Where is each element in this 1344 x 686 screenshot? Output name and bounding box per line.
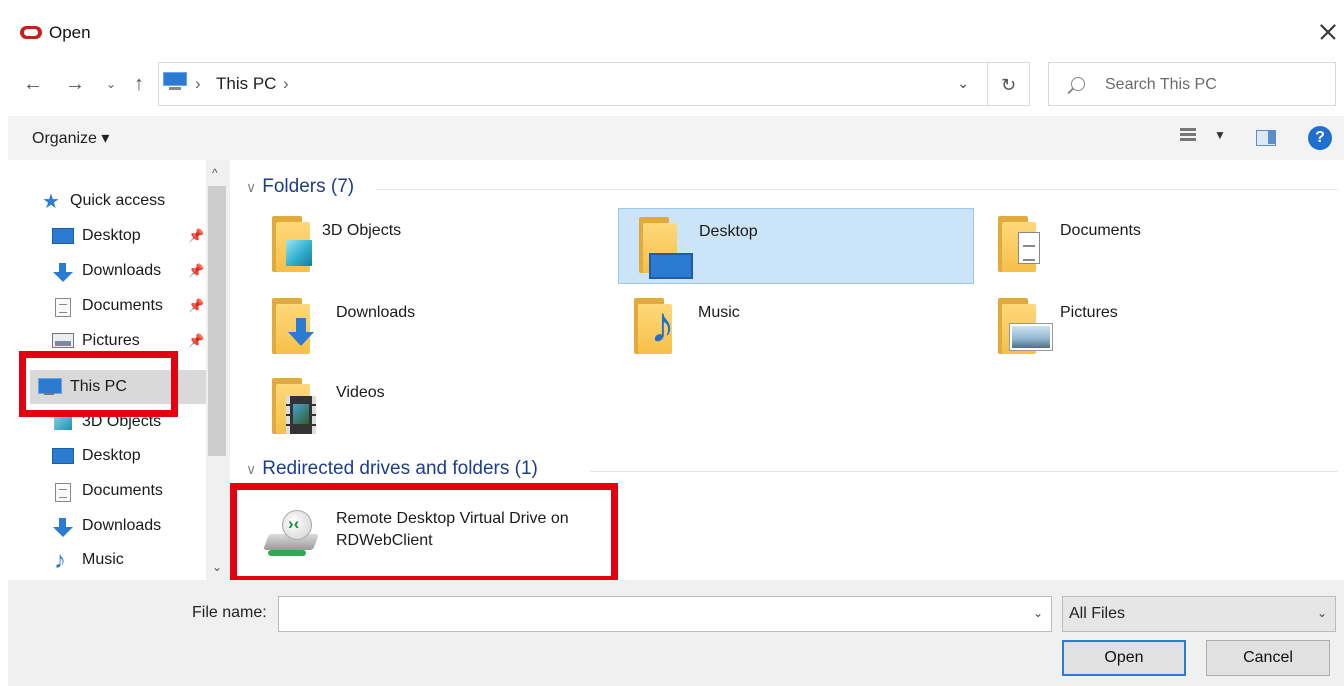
- sidebar-item-label: Pictures: [82, 332, 140, 349]
- folder-label: Desktop: [699, 223, 758, 240]
- annotation-highlight-remote-drive: [230, 483, 618, 583]
- folder-label: 3D Objects: [322, 222, 402, 239]
- back-arrow-icon[interactable]: ←: [20, 66, 46, 102]
- group-divider: [376, 189, 1338, 190]
- sidebar-item-label: Downloads: [82, 517, 162, 534]
- file-type-filter-value: All Files: [1069, 605, 1126, 622]
- pictures-folder-icon: [998, 298, 1052, 354]
- sidebar-item-label: Documents: [82, 482, 163, 499]
- file-type-filter-select[interactable]: All Files ⌄: [1062, 596, 1336, 632]
- help-icon[interactable]: ?: [1308, 126, 1332, 150]
- group-header-folders[interactable]: ∨ Folders (7): [246, 176, 354, 198]
- sidebar-item-label: Downloads: [82, 262, 162, 279]
- view-options-dropdown-icon[interactable]: ▼: [1214, 128, 1226, 142]
- file-name-input[interactable]: [285, 603, 1005, 627]
- pictures-icon: [52, 333, 74, 348]
- downloads-icon: [52, 263, 74, 282]
- recent-locations-chevron-icon[interactable]: ⌄: [98, 66, 124, 102]
- breadcrumb-separator[interactable]: ›: [195, 74, 201, 94]
- address-bar[interactable]: › This PC › ⌄: [158, 62, 988, 106]
- folder-tile-music[interactable]: Music: [614, 290, 970, 366]
- breadcrumb-this-pc[interactable]: This PC: [216, 74, 276, 94]
- videos-folder-icon: [272, 378, 316, 434]
- folder-label: Documents: [1060, 222, 1141, 239]
- sidebar-item-label: Desktop: [82, 227, 141, 244]
- pin-icon[interactable]: 📌: [188, 333, 204, 349]
- organize-menu-button[interactable]: Organize ▾: [32, 128, 109, 148]
- desktop-icon: [52, 228, 74, 244]
- scroll-thumb[interactable]: [208, 186, 226, 456]
- scroll-down-arrow-icon[interactable]: ⌄: [212, 560, 222, 574]
- folder-tile-pictures[interactable]: Pictures: [978, 290, 1334, 366]
- cancel-button[interactable]: Cancel: [1206, 640, 1330, 676]
- address-dropdown-chevron-icon[interactable]: ⌄: [957, 75, 969, 92]
- folder-tile-downloads[interactable]: Downloads: [252, 290, 608, 366]
- downloads-icon: [52, 518, 74, 537]
- file-dialog-footer: File name: ⌄ All Files ⌄ Open Cancel: [8, 580, 1344, 686]
- desktop-icon: [52, 448, 74, 464]
- group-header-redirected-drives[interactable]: ∨ Redirected drives and folders (1): [246, 458, 538, 480]
- documents-icon: [55, 298, 71, 317]
- file-name-combobox[interactable]: ⌄: [278, 596, 1052, 632]
- pin-icon[interactable]: 📌: [188, 298, 204, 314]
- sidebar-item-label: Desktop: [82, 447, 141, 464]
- this-pc-icon: [163, 72, 187, 90]
- group-header-label: Folders (7): [262, 176, 355, 197]
- sidebar-item-label: Music: [82, 551, 124, 568]
- collapse-chevron-icon[interactable]: ∨: [246, 461, 256, 477]
- music-folder-icon: [634, 296, 675, 354]
- desktop-folder-icon: [639, 217, 693, 279]
- preview-pane-icon[interactable]: [1256, 130, 1276, 146]
- folder-label: Downloads: [336, 304, 416, 321]
- pin-icon[interactable]: 📌: [188, 228, 204, 244]
- title-bar: Open: [0, 14, 1344, 50]
- sidebar-item-label: Quick access: [70, 192, 166, 209]
- annotation-highlight-this-pc: [19, 351, 178, 417]
- folder-tile-videos[interactable]: Videos: [252, 370, 608, 446]
- file-name-dropdown-chevron-icon[interactable]: ⌄: [1033, 606, 1043, 620]
- folder-label: Videos: [336, 384, 385, 401]
- scroll-up-arrow-icon[interactable]: ^: [212, 166, 218, 180]
- search-icon: [1071, 77, 1085, 91]
- folder-tile-documents[interactable]: Documents: [978, 208, 1334, 284]
- pin-icon[interactable]: 📌: [188, 263, 204, 279]
- quick-access-icon: [42, 189, 64, 214]
- up-arrow-icon[interactable]: ↑: [126, 66, 152, 102]
- collapse-chevron-icon[interactable]: ∨: [246, 179, 256, 195]
- folder-tile-desktop[interactable]: Desktop: [618, 208, 974, 284]
- close-button[interactable]: [1312, 18, 1342, 46]
- change-view-icon[interactable]: [1180, 126, 1196, 146]
- music-icon: [52, 547, 74, 575]
- navigation-scrollbar[interactable]: ^ ⌄: [206, 160, 230, 580]
- file-name-label: File name:: [192, 604, 267, 621]
- folder-label: Pictures: [1060, 304, 1118, 321]
- folder-label: Music: [698, 304, 740, 321]
- group-header-label: Redirected drives and folders (1): [262, 458, 538, 479]
- navigation-bar: ← → ⌄ ↑ › This PC › ⌄ ↻: [0, 62, 1344, 106]
- search-input[interactable]: [1105, 73, 1325, 97]
- breadcrumb-separator[interactable]: ›: [283, 74, 289, 94]
- group-divider: [590, 471, 1338, 472]
- documents-icon: [55, 483, 71, 502]
- file-type-dropdown-chevron-icon[interactable]: ⌄: [1317, 606, 1327, 620]
- 3d-objects-folder-icon: [272, 216, 312, 272]
- downloads-folder-icon: [272, 298, 314, 354]
- search-box[interactable]: [1048, 62, 1336, 106]
- documents-folder-icon: [998, 216, 1040, 272]
- sidebar-item-label: Documents: [82, 297, 163, 314]
- folder-tile-3d-objects[interactable]: 3D Objects: [252, 208, 608, 284]
- refresh-icon[interactable]: ↻: [988, 62, 1030, 106]
- forward-arrow-icon[interactable]: →: [62, 66, 88, 102]
- window-title: Open: [49, 23, 91, 42]
- open-button[interactable]: Open: [1062, 640, 1186, 676]
- app-icon: [20, 26, 42, 39]
- command-toolbar: Organize ▾ ▼ ?: [8, 116, 1344, 160]
